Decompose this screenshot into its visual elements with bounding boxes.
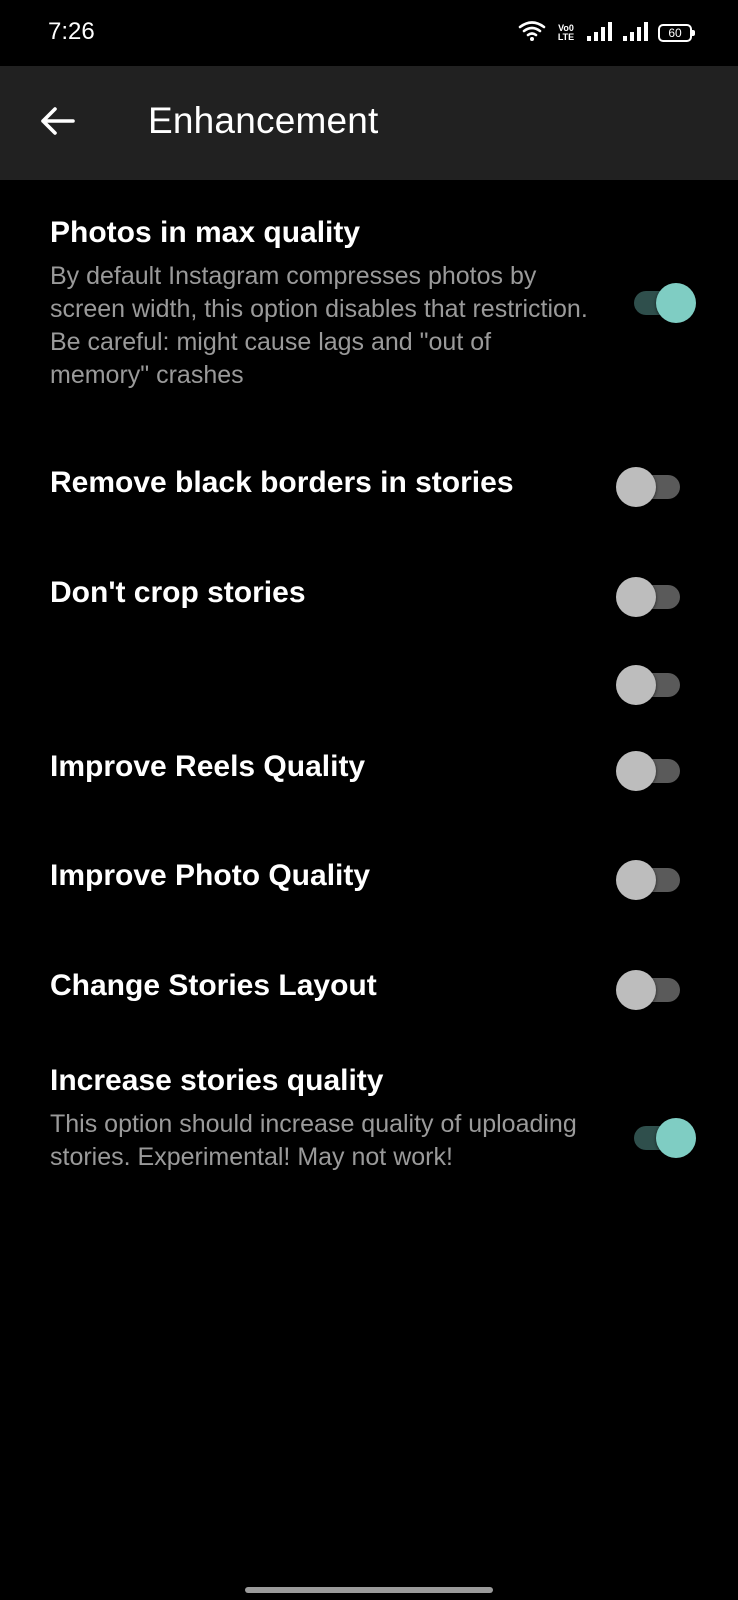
switch-thumb (616, 665, 656, 705)
app-bar: Enhancement (0, 66, 738, 180)
setting-dont-crop-stories[interactable]: Don't crop stories (0, 560, 738, 630)
switch-thumb (616, 467, 656, 507)
setting-title: Improve Reels Quality (50, 750, 366, 783)
toggle-switch[interactable] (616, 966, 682, 1010)
setting-title: Increase stories quality (50, 1064, 384, 1097)
toggle-switch[interactable] (616, 747, 682, 791)
status-icons: Vo0 LTE 60 (518, 18, 695, 48)
volte-label-bottom: LTE (557, 32, 575, 42)
setting-description: This option should increase quality of u… (50, 1110, 577, 1171)
screen: 7:26 Vo0 LTE 60 Enhancement Photos in ma… (0, 0, 738, 1600)
battery-icon: 60 (658, 24, 695, 42)
toggle-switch[interactable] (630, 1114, 696, 1158)
switch-thumb (616, 751, 656, 791)
status-time: 7:26 (48, 18, 95, 45)
setting-untitled[interactable] (0, 648, 738, 718)
switch-thumb (616, 860, 656, 900)
setting-title: Improve Photo Quality (50, 859, 371, 892)
setting-title: Photos in max quality (50, 216, 361, 249)
switch-thumb (616, 577, 656, 617)
setting-improve-reels-quality[interactable]: Improve Reels Quality (0, 734, 738, 804)
setting-title: Don't crop stories (50, 576, 306, 609)
toggle-switch[interactable] (630, 279, 696, 323)
setting-title: Change Stories Layout (50, 969, 377, 1002)
wifi-icon (518, 20, 546, 47)
toggle-switch[interactable] (616, 856, 682, 900)
back-button[interactable] (30, 96, 84, 150)
setting-remove-black-borders[interactable]: Remove black borders in stories (0, 450, 738, 520)
setting-photos-max-quality[interactable]: Photos in max quality By default Instagr… (0, 210, 738, 400)
switch-thumb (656, 1118, 696, 1158)
setting-description: By default Instagram compresses photos b… (50, 262, 588, 389)
toggle-switch[interactable] (616, 573, 682, 617)
home-indicator[interactable] (245, 1587, 493, 1593)
setting-improve-photo-quality[interactable]: Improve Photo Quality (0, 843, 738, 913)
setting-increase-stories-quality[interactable]: Increase stories quality This option sho… (0, 1058, 738, 1238)
toggle-switch[interactable] (616, 661, 682, 705)
switch-thumb (656, 283, 696, 323)
signal-icon-sim2 (622, 21, 648, 46)
status-bar: 7:26 Vo0 LTE 60 (0, 0, 738, 66)
setting-change-stories-layout[interactable]: Change Stories Layout (0, 953, 738, 1023)
switch-thumb (616, 970, 656, 1010)
arrow-left-icon (39, 106, 75, 141)
volte-icon: Vo0 LTE (556, 24, 576, 42)
page-title: Enhancement (148, 100, 379, 141)
toggle-switch[interactable] (616, 463, 682, 507)
signal-icon-sim1 (586, 21, 612, 46)
setting-title: Remove black borders in stories (50, 466, 514, 499)
